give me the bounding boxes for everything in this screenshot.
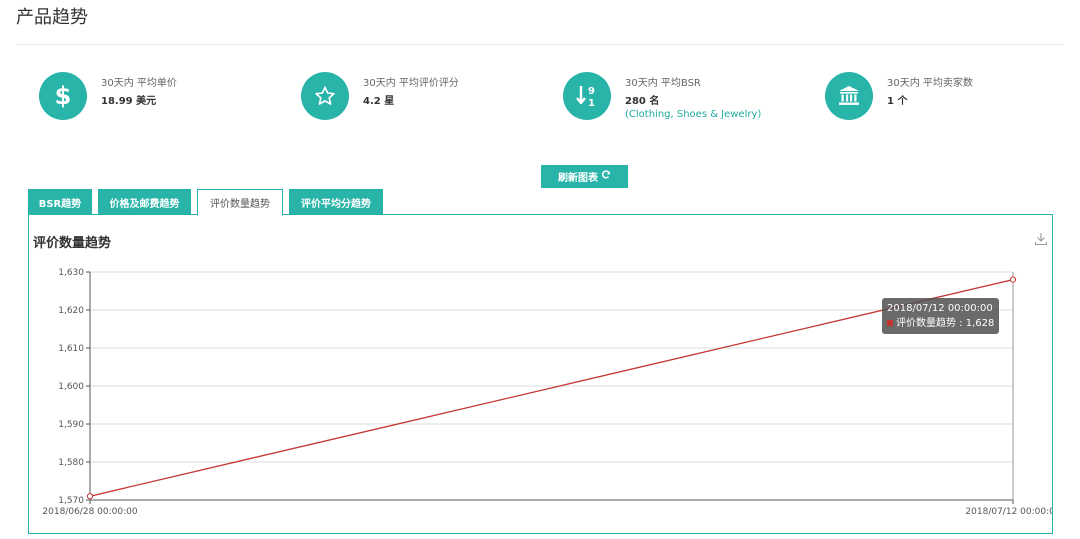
bank-icon bbox=[825, 72, 873, 120]
chart-panel: 评价数量趋势 1,570 1,580 1,590 1,600 1,610 1,620 1,6… bbox=[28, 214, 1053, 534]
stat-label: 30天内 平均单价 bbox=[101, 78, 177, 89]
chart-tooltip: 2018/07/12 00:00:00 评价数量趋势 : 1,628 bbox=[882, 298, 1000, 334]
tooltip-date: 2018/07/12 00:00:00 bbox=[887, 303, 993, 314]
tab-review-count-trend[interactable]: 评价数量趋势 bbox=[197, 189, 283, 216]
refresh-icon bbox=[601, 170, 611, 183]
stat-category: (Clothing, Shoes & Jewelry) bbox=[625, 109, 762, 120]
star-icon bbox=[301, 72, 349, 120]
stat-label: 30天内 平均评价评分 bbox=[363, 78, 459, 89]
svg-text:9: 9 bbox=[588, 86, 595, 97]
rank-sort-icon: 9 1 bbox=[563, 72, 611, 120]
data-point bbox=[1009, 276, 1017, 283]
tab-bsr-trend[interactable]: BSR趋势 bbox=[28, 189, 92, 215]
svg-text:1: 1 bbox=[588, 98, 595, 109]
stat-label: 30天内 平均BSR bbox=[625, 78, 701, 89]
data-point bbox=[86, 493, 94, 500]
y-tick-label: 1,570 bbox=[58, 496, 84, 506]
stat-value: 1 个 bbox=[887, 96, 908, 107]
refresh-label: 刷新图表 bbox=[558, 173, 598, 184]
stat-value: 280 名 bbox=[625, 96, 660, 107]
refresh-chart-button[interactable]: 刷新图表 bbox=[541, 165, 628, 188]
x-tick-label: 2018/06/28 00:00:00 bbox=[42, 507, 137, 517]
stat-value: 18.99 美元 bbox=[101, 96, 157, 107]
y-tick-label: 1,600 bbox=[58, 382, 84, 392]
y-tick-label: 1,580 bbox=[58, 458, 84, 468]
tooltip-series-name: 评价数量趋势 bbox=[896, 318, 956, 329]
x-tick-label: 2018/07/12 00:00:00 bbox=[965, 507, 1052, 517]
y-tick-label: 1,590 bbox=[58, 420, 84, 430]
tab-price-shipping-trend[interactable]: 价格及邮费趋势 bbox=[98, 189, 191, 215]
stat-value: 4.2 星 bbox=[363, 96, 395, 107]
tooltip-value: 1,628 bbox=[965, 318, 995, 329]
dollar-icon: $ bbox=[39, 72, 87, 120]
series-line bbox=[89, 278, 1014, 497]
y-tick-label: 1,610 bbox=[58, 344, 84, 354]
page-title: 产品趋势 bbox=[16, 7, 88, 28]
line-chart: 1,570 1,580 1,590 1,600 1,610 1,620 1,630 2018/… bbox=[42, 268, 1052, 517]
y-tick-label: 1,630 bbox=[58, 268, 84, 278]
y-tick-label: 1,620 bbox=[58, 306, 84, 316]
tab-review-rating-trend[interactable]: 评价平均分趋势 bbox=[289, 189, 383, 215]
divider bbox=[16, 44, 1064, 45]
stat-label: 30天内 平均卖家数 bbox=[887, 78, 973, 89]
tooltip-series-marker bbox=[887, 320, 893, 326]
